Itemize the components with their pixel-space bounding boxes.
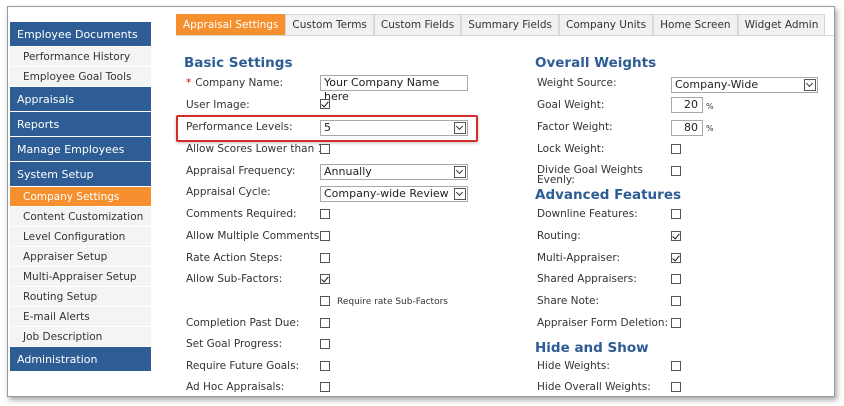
ad-hoc-appraisals-label: Ad Hoc Appraisals: (186, 381, 285, 393)
user-image-checkbox[interactable] (320, 99, 330, 109)
user-image-label: User Image: (186, 99, 250, 111)
multiple-comments-checkbox[interactable] (320, 231, 330, 241)
chevron-down-icon (454, 188, 466, 200)
rate-action-steps-label: Rate Action Steps: (186, 252, 283, 264)
divide-goal-weights-label: Divide Goal Weights Evenly: (537, 164, 643, 186)
hide-overall-weights-label: Hide Overall Weights: (537, 381, 651, 393)
sidebar-item-company-settings[interactable]: Company Settings (10, 187, 151, 207)
company-name-label: * Company Name: (186, 77, 284, 89)
lock-weight-label: Lock Weight: (537, 143, 605, 155)
rate-action-steps-checkbox[interactable] (320, 253, 330, 263)
tab-bar: Appraisal Settings Custom Terms Custom F… (176, 14, 826, 36)
goal-weight-label: Goal Weight: (537, 99, 605, 111)
tab-company-units[interactable]: Company Units (558, 14, 654, 36)
hide-weights-label: Hide Weights: (537, 360, 610, 372)
completion-past-due-label: Completion Past Due: (186, 317, 300, 329)
allow-lower-scores-checkbox[interactable] (320, 144, 330, 154)
sidebar-item-level-configuration[interactable]: Level Configuration (10, 227, 151, 247)
sidebar: Employee Documents Performance History E… (10, 22, 151, 372)
tab-custom-terms[interactable]: Custom Terms (285, 14, 374, 36)
sub-factors-label: Allow Sub-Factors: (186, 273, 283, 285)
hide-weights-checkbox[interactable] (671, 361, 681, 371)
weight-source-label: Weight Source: (537, 77, 617, 89)
completion-past-due-checkbox[interactable] (320, 318, 330, 328)
sidebar-item-job-description[interactable]: Job Description (10, 327, 151, 347)
shared-appraisers-label: Shared Appraisers: (537, 273, 637, 285)
multi-appraiser-checkbox[interactable] (671, 253, 681, 263)
sub-factors-checkbox[interactable] (320, 274, 330, 284)
multi-appraiser-label: Multi-Appraiser: (537, 252, 621, 264)
sidebar-item-employee-documents[interactable]: Employee Documents (10, 22, 151, 47)
hide-overall-weights-checkbox[interactable] (671, 382, 681, 392)
company-name-input[interactable]: Your Company Name here (320, 75, 468, 103)
sidebar-item-appraiser-setup[interactable]: Appraiser Setup (10, 247, 151, 267)
share-note-label: Share Note: (537, 295, 600, 307)
set-goal-progress-label: Set Goal Progress: (186, 338, 283, 350)
require-future-goals-label: Require Future Goals: (186, 360, 300, 372)
ad-hoc-appraisals-checkbox[interactable] (320, 382, 330, 392)
lock-weight-checkbox[interactable] (671, 144, 681, 154)
tab-custom-fields[interactable]: Custom Fields (373, 14, 462, 36)
set-goal-progress-checkbox[interactable] (320, 339, 330, 349)
appraisal-frequency-select[interactable]: Annually (320, 164, 468, 180)
goal-weight-percent: % (706, 102, 714, 111)
basic-settings-heading: Basic Settings (184, 55, 293, 71)
sidebar-item-administration[interactable]: Administration (10, 347, 151, 372)
sidebar-item-reports[interactable]: Reports (10, 112, 151, 137)
share-note-checkbox[interactable] (671, 296, 681, 306)
weight-source-select[interactable]: Company-Wide (671, 77, 818, 93)
tab-widget-admin[interactable]: Widget Admin (737, 14, 826, 36)
require-future-goals-checkbox[interactable] (320, 361, 330, 371)
factor-weight-percent: % (706, 124, 714, 133)
allow-lower-scores-label: Allow Scores Lower than 1: (186, 143, 328, 155)
chevron-down-icon (454, 166, 466, 178)
tab-summary-fields[interactable]: Summary Fields (461, 14, 559, 36)
appraiser-form-deletion-label: Appraiser Form Deletion: (537, 317, 669, 329)
goal-weight-input[interactable]: 20 (671, 97, 703, 113)
sidebar-item-manage-employees[interactable]: Manage Employees (10, 137, 151, 162)
routing-checkbox[interactable] (671, 231, 681, 241)
sidebar-item-employee-goal-tools[interactable]: Employee Goal Tools (10, 67, 151, 87)
routing-label: Routing: (537, 230, 581, 242)
appraisal-cycle-select[interactable]: Company-wide Review (320, 186, 468, 202)
downline-features-checkbox[interactable] (671, 209, 681, 219)
factor-weight-input[interactable]: 80 (671, 120, 703, 136)
required-mark: * (186, 77, 192, 89)
highlight-box (176, 115, 478, 142)
multiple-comments-label: Allow Multiple Comments: (186, 230, 323, 242)
sidebar-item-performance-history[interactable]: Performance History (10, 47, 151, 67)
overall-weights-heading: Overall Weights (535, 55, 657, 71)
appraisal-frequency-label: Appraisal Frequency: (186, 165, 296, 177)
sidebar-item-content-customization[interactable]: Content Customization (10, 207, 151, 227)
require-sub-factors-checkbox[interactable] (320, 296, 330, 306)
sidebar-item-multi-appraiser-setup[interactable]: Multi-Appraiser Setup (10, 267, 151, 287)
shared-appraisers-checkbox[interactable] (671, 274, 681, 284)
tab-home-screen[interactable]: Home Screen (653, 14, 738, 36)
comments-required-label: Comments Required: (186, 208, 297, 220)
chevron-down-icon (804, 79, 816, 91)
downline-features-label: Downline Features: (537, 208, 638, 220)
sidebar-item-system-setup[interactable]: System Setup (10, 162, 151, 187)
require-sub-factors-label: Require rate Sub-Factors (337, 297, 448, 307)
sidebar-item-appraisals[interactable]: Appraisals (10, 87, 151, 112)
appraiser-form-deletion-checkbox[interactable] (671, 318, 681, 328)
sidebar-item-routing-setup[interactable]: Routing Setup (10, 287, 151, 307)
hide-and-show-heading: Hide and Show (535, 340, 649, 356)
sidebar-item-email-alerts[interactable]: E-mail Alerts (10, 307, 151, 327)
tab-appraisal-settings[interactable]: Appraisal Settings (176, 14, 286, 36)
comments-required-checkbox[interactable] (320, 209, 330, 219)
advanced-features-heading: Advanced Features (535, 187, 682, 203)
appraisal-cycle-label: Appraisal Cycle: (186, 186, 271, 198)
divide-goal-weights-checkbox[interactable] (671, 166, 681, 176)
factor-weight-label: Factor Weight: (537, 121, 613, 133)
tab-divider (176, 35, 834, 36)
